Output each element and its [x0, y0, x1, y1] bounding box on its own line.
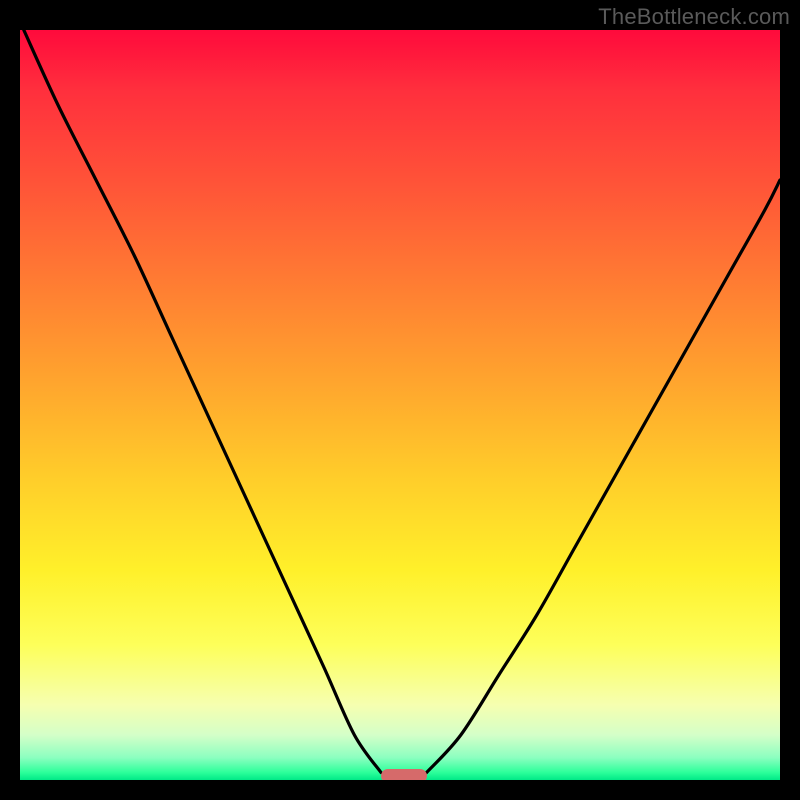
curve-left-branch: [24, 30, 381, 773]
curve-svg: [20, 30, 780, 780]
chart-frame: TheBottleneck.com: [0, 0, 800, 800]
minimum-marker: [381, 769, 427, 780]
watermark-text: TheBottleneck.com: [598, 4, 790, 30]
curve-right-branch: [427, 180, 780, 773]
plot-area: [20, 30, 780, 780]
